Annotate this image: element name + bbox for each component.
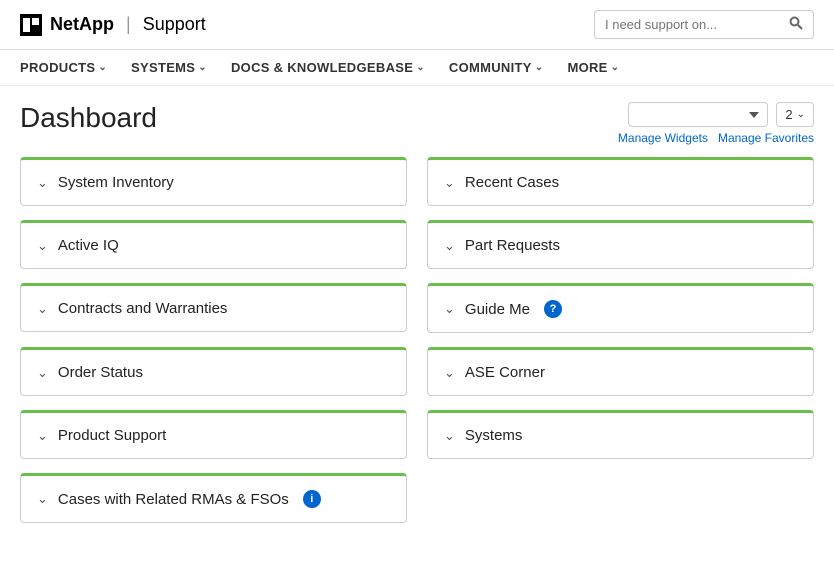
chevron-down-icon: ⌄ <box>444 428 455 444</box>
left-column: ⌄ System Inventory <box>20 157 407 206</box>
widget-systems[interactable]: ⌄ Systems <box>427 410 814 459</box>
main-nav: PRODUCTS ⌄ SYSTEMS ⌄ DOCS & KNOWLEDGEBAS… <box>0 50 834 86</box>
widget-control-row: 2 ⌄ <box>628 102 814 127</box>
dashboard-controls: 2 ⌄ Manage Widgets Manage Favorites <box>618 102 814 145</box>
widget-active-iq[interactable]: ⌄ Active IQ <box>20 220 407 269</box>
site-header: NetApp | Support <box>0 0 834 50</box>
chevron-down-icon: ⌄ <box>444 301 455 317</box>
chevron-down-icon: ⌄ <box>444 175 455 191</box>
right-column-2: ⌄ Part Requests <box>427 220 814 269</box>
logo-support-text: Support <box>143 14 206 35</box>
right-column: ⌄ Recent Cases <box>427 157 814 206</box>
widget-label: Product Support <box>58 427 166 444</box>
chevron-down-icon: ⌄ <box>444 238 455 254</box>
widget-label: ASE Corner <box>465 364 545 381</box>
widget-label: Part Requests <box>465 237 560 254</box>
widget-label: System Inventory <box>58 174 174 191</box>
chevron-down-icon: ⌄ <box>98 62 107 73</box>
widget-label: Order Status <box>58 364 143 381</box>
chevron-down-icon: ⌄ <box>37 365 48 381</box>
widget-guide-me[interactable]: ⌄ Guide Me ? <box>427 283 814 333</box>
chevron-down-icon: ⌄ <box>611 62 620 73</box>
widget-label: Active IQ <box>58 237 119 254</box>
widget-contracts-warranties[interactable]: ⌄ Contracts and Warranties <box>20 283 407 332</box>
widget-recent-cases[interactable]: ⌄ Recent Cases <box>427 157 814 206</box>
right-column-4: ⌄ ASE Corner <box>427 347 814 396</box>
logo-netapp-text: NetApp <box>50 14 114 35</box>
chevron-down-icon: ⌄ <box>797 109 805 120</box>
search-input[interactable] <box>605 17 783 32</box>
main-content: Dashboard 2 ⌄ Manage Widgets Manage Favo… <box>0 86 834 539</box>
search-box[interactable] <box>594 10 814 39</box>
chevron-down-icon: ⌄ <box>535 62 544 73</box>
right-column-5: ⌄ Systems <box>427 410 814 459</box>
widget-product-support[interactable]: ⌄ Product Support <box>20 410 407 459</box>
widget-cases-rmas-fsos[interactable]: ⌄ Cases with Related RMAs & FSOs i <box>20 473 407 523</box>
widget-label: Recent Cases <box>465 174 559 191</box>
widget-ase-corner[interactable]: ⌄ ASE Corner <box>427 347 814 396</box>
right-column-6 <box>427 473 814 523</box>
manage-links: Manage Widgets Manage Favorites <box>618 131 814 145</box>
chevron-down-icon: ⌄ <box>444 365 455 381</box>
widget-select-dropdown[interactable] <box>628 102 768 127</box>
dashboard-grid: ⌄ System Inventory ⌄ Recent Cases ⌄ Acti… <box>20 157 814 523</box>
nav-item-systems[interactable]: SYSTEMS ⌄ <box>131 60 207 75</box>
widget-part-requests[interactable]: ⌄ Part Requests <box>427 220 814 269</box>
nav-item-community[interactable]: COMMUNITY ⌄ <box>449 60 544 75</box>
nav-item-products[interactable]: PRODUCTS ⌄ <box>20 60 107 75</box>
manage-widgets-link[interactable]: Manage Widgets <box>618 131 708 145</box>
right-column-3: ⌄ Guide Me ? <box>427 283 814 333</box>
info-icon: i <box>303 490 321 508</box>
left-column-6: ⌄ Cases with Related RMAs & FSOs i <box>20 473 407 523</box>
widget-system-inventory[interactable]: ⌄ System Inventory <box>20 157 407 206</box>
page-title: Dashboard <box>20 102 157 134</box>
chevron-down-icon: ⌄ <box>37 175 48 191</box>
widget-label: Guide Me <box>465 301 530 318</box>
chevron-down-icon: ⌄ <box>37 238 48 254</box>
help-icon: ? <box>544 300 562 318</box>
manage-favorites-link[interactable]: Manage Favorites <box>718 131 814 145</box>
logo-icon <box>20 14 42 36</box>
nav-item-docs[interactable]: DOCS & KNOWLEDGEBASE ⌄ <box>231 60 425 75</box>
chevron-down-icon: ⌄ <box>37 428 48 444</box>
left-column-5: ⌄ Product Support <box>20 410 407 459</box>
chevron-down-icon: ⌄ <box>416 62 425 73</box>
left-column-4: ⌄ Order Status <box>20 347 407 396</box>
nav-item-more[interactable]: MORE ⌄ <box>567 60 619 75</box>
logo[interactable]: NetApp | Support <box>20 14 206 36</box>
search-icon <box>789 16 803 33</box>
widget-label: Contracts and Warranties <box>58 300 228 317</box>
chevron-down-icon: ⌄ <box>37 301 48 317</box>
widget-label: Cases with Related RMAs & FSOs <box>58 491 289 508</box>
logo-divider: | <box>126 14 131 35</box>
widget-label: Systems <box>465 427 523 444</box>
left-column-2: ⌄ Active IQ <box>20 220 407 269</box>
widget-count-badge: 2 ⌄ <box>776 102 814 127</box>
chevron-down-icon: ⌄ <box>198 62 207 73</box>
widget-order-status[interactable]: ⌄ Order Status <box>20 347 407 396</box>
left-column-3: ⌄ Contracts and Warranties <box>20 283 407 333</box>
chevron-down-icon: ⌄ <box>37 491 48 507</box>
dashboard-header: Dashboard 2 ⌄ Manage Widgets Manage Favo… <box>20 102 814 145</box>
